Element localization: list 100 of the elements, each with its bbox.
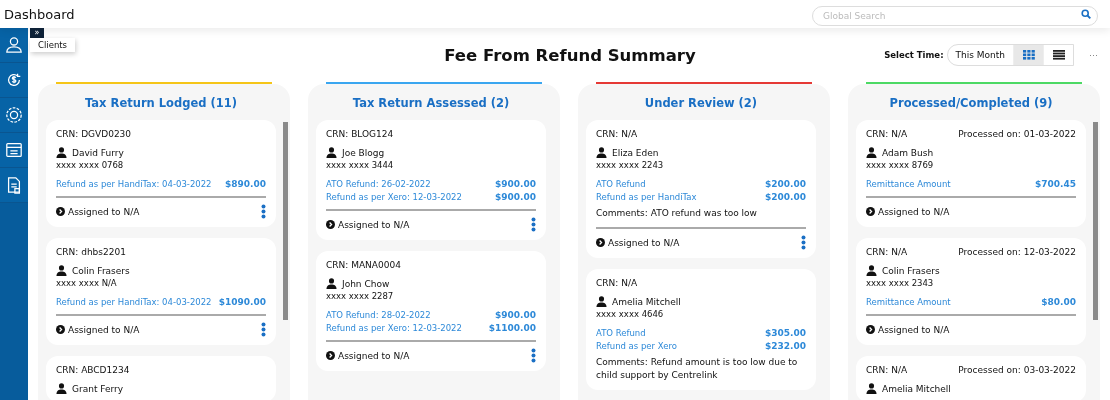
person-icon bbox=[56, 383, 67, 394]
amount-label: Refund as per Xero: 12-03-2022 bbox=[326, 323, 462, 333]
person-icon bbox=[866, 383, 877, 394]
amount-label: Refund as per Xero bbox=[596, 341, 677, 352]
amount-label: ATO Refund bbox=[596, 179, 646, 189]
arrow-circle-icon bbox=[56, 325, 65, 334]
client-name: Colin Frasers bbox=[882, 265, 940, 276]
kebab-menu-button[interactable] bbox=[261, 204, 266, 219]
search-field[interactable]: Global Search bbox=[812, 6, 1098, 26]
person-icon bbox=[866, 147, 877, 158]
document-icon bbox=[5, 176, 23, 194]
account-number: xxxx xxxx 3444 bbox=[326, 160, 395, 170]
sidebar-item[interactable] bbox=[0, 98, 28, 133]
time-range-select[interactable]: This Month bbox=[947, 45, 1013, 65]
person-icon bbox=[596, 296, 607, 308]
sidebar-item[interactable] bbox=[0, 168, 28, 203]
kebab-menu-button[interactable] bbox=[531, 348, 536, 363]
list-icon bbox=[1052, 50, 1065, 60]
account-number: xxxx xxxx 2243 bbox=[596, 160, 665, 170]
select-time-label: Select Time: bbox=[884, 50, 944, 60]
person-icon bbox=[326, 278, 337, 289]
circle-badge-icon bbox=[5, 106, 23, 124]
amount-value: $1090.00 bbox=[218, 297, 266, 307]
crn-text: CRN: DGVD0230 bbox=[56, 129, 132, 139]
amount-value: $232.00 bbox=[765, 341, 806, 352]
processed-date: Processed on: 03-03-2022 bbox=[958, 365, 1076, 375]
amount-label: Remittance Amount bbox=[866, 297, 951, 307]
crn-text: CRN: BLOG124 bbox=[326, 129, 394, 139]
arrow-circle-icon bbox=[326, 220, 335, 229]
person-icon bbox=[326, 147, 337, 158]
amount-label: Refund as per HandiTax: 04-03-2022 bbox=[56, 297, 212, 307]
expand-toggle[interactable]: » bbox=[30, 28, 44, 38]
more-button[interactable]: ··· bbox=[1085, 50, 1102, 60]
arrow-circle-icon bbox=[326, 351, 335, 360]
crn-text: CRN: N/A bbox=[596, 129, 638, 139]
account-number: xxxx xxxx 2287 bbox=[326, 291, 395, 301]
page-header-title: Dashboard bbox=[4, 6, 75, 22]
search-icon bbox=[1081, 9, 1091, 19]
amount-value: $305.00 bbox=[765, 328, 806, 339]
assigned-text: Assigned to N/A bbox=[878, 324, 950, 335]
assigned-text: Assigned to N/A bbox=[338, 350, 410, 361]
arrow-circle-icon bbox=[866, 325, 875, 334]
account-number: xxxx xxxx 8769 bbox=[866, 160, 935, 170]
client-name: Joe Blogg bbox=[342, 147, 385, 158]
sidebar-item[interactable] bbox=[0, 133, 28, 168]
assigned-text: Assigned to N/A bbox=[68, 206, 140, 217]
client-name: Colin Frasers bbox=[72, 265, 130, 276]
amount-label: ATO Refund bbox=[596, 328, 646, 339]
client-name: David Furry bbox=[72, 147, 124, 158]
amount-value: $900.00 bbox=[495, 192, 536, 202]
person-icon bbox=[596, 147, 607, 158]
sidebar-item[interactable] bbox=[0, 63, 28, 98]
person-icon bbox=[56, 265, 67, 276]
kebab-menu-button[interactable] bbox=[261, 322, 266, 337]
amount-label: Refund as per HandiTax: 04-03-2022 bbox=[56, 179, 212, 189]
scrollbar[interactable] bbox=[1093, 122, 1098, 320]
amount-label: Remittance Amount bbox=[866, 179, 951, 189]
crn-text: CRN: N/A bbox=[596, 278, 638, 289]
assigned-text: Assigned to N/A bbox=[338, 219, 410, 230]
amount-label: ATO Refund: 26-02-2022 bbox=[326, 179, 431, 189]
client-name: Grant Ferry bbox=[72, 383, 124, 394]
amount-value: $1100.00 bbox=[488, 323, 536, 333]
amount-value: $200.00 bbox=[765, 192, 806, 202]
crn-text: CRN: dhbs2201 bbox=[56, 247, 126, 257]
amount-value: $890.00 bbox=[225, 179, 266, 189]
column-title: Tax Return Lodged (11) bbox=[84, 95, 238, 112]
column-title: Under Review (2) bbox=[643, 95, 759, 112]
comment-text: Comments: Refund amount is too low due to child support by Centrelink bbox=[596, 356, 799, 383]
account-number: xxxx xxxx 0768 bbox=[56, 160, 125, 170]
processed-date: Processed on: 12-03-2022 bbox=[958, 247, 1076, 257]
person-icon bbox=[866, 265, 877, 276]
client-name: John Chow bbox=[342, 278, 390, 289]
client-name: Eliza Eden bbox=[612, 147, 659, 158]
kebab-menu-button[interactable] bbox=[801, 235, 806, 251]
column-title: Tax Return Assessed (2) bbox=[351, 95, 511, 112]
person-icon bbox=[56, 147, 67, 158]
comment-text: Comments: ATO refund was too low bbox=[596, 207, 758, 220]
processed-date: Processed on: 01-03-2022 bbox=[958, 129, 1076, 139]
client-name: Amelia Mitchell bbox=[612, 296, 681, 307]
crn-text: CRN: N/A bbox=[866, 129, 908, 139]
user-icon bbox=[5, 36, 23, 54]
amount-value: $900.00 bbox=[495, 179, 536, 189]
crn-text: CRN: ABCD1234 bbox=[56, 365, 130, 375]
amount-value: $80.00 bbox=[1041, 297, 1076, 307]
sidebar-item[interactable] bbox=[0, 28, 28, 63]
scrollbar[interactable] bbox=[283, 122, 288, 320]
crn-text: CRN: N/A bbox=[866, 365, 908, 375]
column-title: Processed/Completed (9) bbox=[888, 95, 1054, 112]
assigned-text: Assigned to N/A bbox=[68, 324, 140, 335]
arrow-circle-icon bbox=[866, 207, 875, 216]
kebab-menu-button[interactable] bbox=[531, 217, 536, 232]
account-number: xxxx xxxx 4646 bbox=[596, 309, 665, 320]
amount-value: $900.00 bbox=[495, 310, 536, 320]
tooltip: Clients bbox=[30, 38, 76, 52]
amount-value: $200.00 bbox=[765, 179, 806, 189]
assigned-text: Assigned to N/A bbox=[878, 206, 950, 217]
page-title: Fee From Refund Summary bbox=[444, 45, 696, 65]
account-number: xxxx xxxx 2343 bbox=[866, 278, 935, 288]
arrow-circle-icon bbox=[596, 238, 605, 248]
dollar-refresh-icon bbox=[5, 71, 23, 89]
